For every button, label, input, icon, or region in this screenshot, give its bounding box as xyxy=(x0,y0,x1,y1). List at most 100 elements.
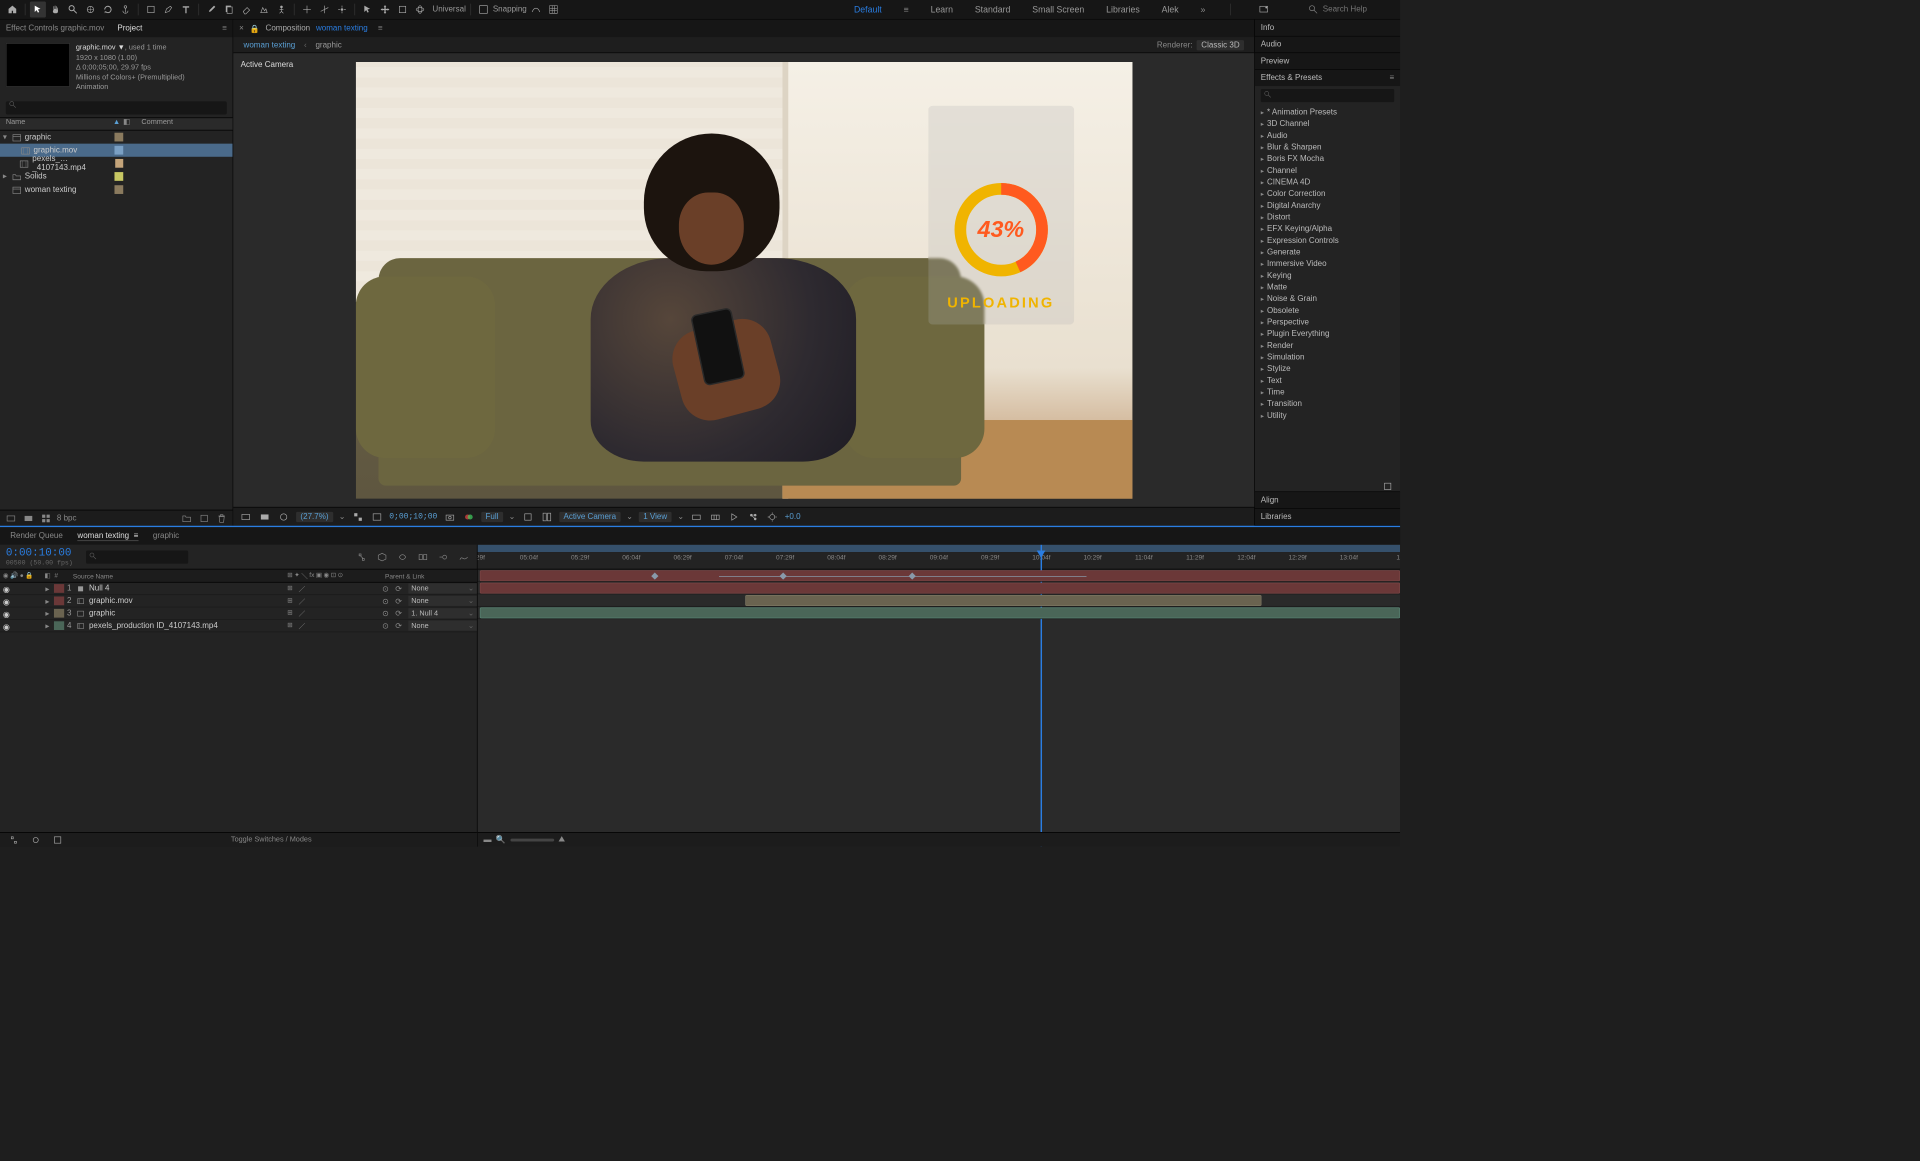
search-help[interactable] xyxy=(1308,4,1396,14)
puppet-tool-icon[interactable] xyxy=(273,1,289,17)
menu-icon[interactable]: ≡ xyxy=(904,4,909,14)
pickwhip-icon[interactable]: ⊙ xyxy=(382,584,392,593)
snapping-checkbox[interactable] xyxy=(475,1,491,17)
layer-row[interactable]: ◉▸1Null 4⊞／⊙⟳None⌄ xyxy=(0,583,477,595)
parent-dropdown[interactable]: None⌄ xyxy=(408,583,477,593)
hand-tool-icon[interactable] xyxy=(47,1,63,17)
frame-blend-icon[interactable] xyxy=(416,550,431,563)
col-parent[interactable]: Parent & Link xyxy=(382,572,477,579)
effects-category[interactable]: ▸EFX Keying/Alpha xyxy=(1255,223,1400,235)
interpret-footage-icon[interactable] xyxy=(4,512,17,524)
effects-category[interactable]: ▸Utility xyxy=(1255,410,1400,422)
graph-editor-icon[interactable] xyxy=(456,550,471,563)
workspace-smallscreen[interactable]: Small Screen xyxy=(1032,4,1084,14)
transparency-grid-icon[interactable] xyxy=(521,511,534,523)
toggle-guides-icon[interactable] xyxy=(690,511,703,523)
search-help-input[interactable] xyxy=(1323,5,1396,14)
rotate-tool-icon[interactable] xyxy=(100,1,116,17)
renderer-value[interactable]: Classic 3D xyxy=(1197,40,1244,50)
toggle-alpha-icon[interactable] xyxy=(239,511,252,523)
layer-row[interactable]: ◉▸2graphic.mov⊞／⊙⟳None⌄ xyxy=(0,595,477,607)
panel-audio[interactable]: Audio xyxy=(1261,40,1282,49)
eye-icon[interactable]: ◉ xyxy=(3,622,11,630)
layer-clip[interactable] xyxy=(479,570,1400,581)
selection-tool-icon[interactable] xyxy=(30,1,46,17)
project-item[interactable]: ▾graphic xyxy=(0,130,233,143)
effects-category[interactable]: ▸Transition xyxy=(1255,398,1400,410)
snap-options-icon[interactable] xyxy=(528,1,544,17)
layer-clip[interactable] xyxy=(745,595,1262,606)
project-list[interactable]: ▾graphicgraphic.movpexels_…_4107143.mp4▸… xyxy=(0,130,233,510)
trash-icon[interactable] xyxy=(215,512,228,524)
project-columns[interactable]: Name ▲ ◧ Comment xyxy=(0,117,233,130)
shy-icon[interactable] xyxy=(395,550,410,563)
timeline-timecode[interactable]: 0:00:10:00 xyxy=(6,547,73,559)
workspace-standard[interactable]: Standard xyxy=(975,4,1011,14)
effects-category[interactable]: ▸Blur & Sharpen xyxy=(1255,141,1400,153)
tab-project[interactable]: Project xyxy=(117,21,142,36)
axis-local-icon[interactable] xyxy=(299,1,315,17)
link-icon[interactable]: ⟳ xyxy=(395,584,405,593)
lock-column-icon[interactable]: 🔒 xyxy=(25,572,33,580)
effects-category[interactable]: ▸Digital Anarchy xyxy=(1255,200,1400,212)
link-icon[interactable]: ⟳ xyxy=(395,621,405,630)
parent-dropdown[interactable]: None⌄ xyxy=(408,621,477,631)
fast-previews-icon[interactable] xyxy=(728,511,741,523)
effects-category[interactable]: ▸Matte xyxy=(1255,281,1400,293)
workspace-default[interactable]: Default xyxy=(854,4,882,14)
panel-info[interactable]: Info xyxy=(1261,23,1274,32)
layer-search-input[interactable] xyxy=(86,550,188,563)
zoom-tool-icon[interactable] xyxy=(65,1,81,17)
tl-footer-btn2[interactable] xyxy=(28,832,44,848)
snap-grid-icon[interactable] xyxy=(546,1,562,17)
project-item[interactable]: ▸Solids xyxy=(0,170,233,183)
pickwhip-icon[interactable]: ⊙ xyxy=(382,621,392,630)
rotate-3d-icon[interactable] xyxy=(412,1,428,17)
effects-category[interactable]: ▸Simulation xyxy=(1255,351,1400,363)
panel-align[interactable]: Align xyxy=(1261,496,1279,505)
zoom-dropdown[interactable]: (27.7%) xyxy=(296,512,333,522)
tl-footer-btn1[interactable] xyxy=(6,832,22,848)
effects-category[interactable]: ▸Boris FX Mocha xyxy=(1255,153,1400,165)
layer-clip[interactable] xyxy=(479,583,1400,594)
effects-category[interactable]: ▸3D Channel xyxy=(1255,118,1400,130)
axis-world-icon[interactable] xyxy=(316,1,332,17)
text-tool-icon[interactable] xyxy=(178,1,194,17)
audio-column-icon[interactable]: 🔊 xyxy=(10,572,18,580)
eye-icon[interactable]: ◉ xyxy=(3,609,11,617)
comp-mini-flowchart-icon[interactable] xyxy=(354,550,369,563)
col-source-name[interactable]: Source Name xyxy=(70,572,287,579)
eye-icon[interactable]: ◉ xyxy=(3,597,11,605)
keyframe[interactable] xyxy=(651,572,658,579)
effects-category[interactable]: ▸Obsolete xyxy=(1255,305,1400,317)
snapshot-icon[interactable] xyxy=(443,511,456,523)
tl-footer-btn3[interactable] xyxy=(50,832,66,848)
rect-3d-icon[interactable] xyxy=(394,1,410,17)
keyframe[interactable] xyxy=(780,572,787,579)
interpret-alpha-icon[interactable] xyxy=(22,512,35,524)
effects-category[interactable]: ▸Immersive Video xyxy=(1255,258,1400,270)
effects-category[interactable]: ▸Render xyxy=(1255,340,1400,352)
solo-column-icon[interactable]: ● xyxy=(20,572,24,580)
bpc-label[interactable]: 8 bpc xyxy=(57,514,77,523)
layer-list[interactable]: ◉▸1Null 4⊞／⊙⟳None⌄◉▸2graphic.mov⊞／⊙⟳None… xyxy=(0,583,477,832)
keyframe[interactable] xyxy=(909,572,916,579)
link-icon[interactable]: ⟳ xyxy=(395,609,405,618)
parent-dropdown[interactable]: 1. Null 4⌄ xyxy=(408,608,477,618)
zoom-slider[interactable] xyxy=(510,838,554,841)
breadcrumb-root[interactable]: woman texting xyxy=(244,40,296,49)
effects-category[interactable]: ▸Audio xyxy=(1255,130,1400,142)
eye-column-icon[interactable]: ◉ xyxy=(3,572,9,580)
panel-menu-icon[interactable]: ≡ xyxy=(378,24,383,33)
col-comment[interactable]: Comment xyxy=(141,118,173,130)
effects-category[interactable]: ▸Generate xyxy=(1255,246,1400,258)
zoom-out-icon[interactable]: 🔍 xyxy=(496,835,506,844)
draft3d-icon[interactable] xyxy=(375,550,390,563)
tab-render-queue[interactable]: Render Queue xyxy=(10,532,63,541)
lock-icon[interactable]: 🔒 xyxy=(250,24,260,33)
move-3d-icon[interactable] xyxy=(377,1,393,17)
exposure-value[interactable]: +0.0 xyxy=(785,512,801,521)
breadcrumb-child[interactable]: graphic xyxy=(315,40,341,49)
effects-category[interactable]: ▸Distort xyxy=(1255,211,1400,223)
resolution-dropdown[interactable]: Full xyxy=(481,512,503,522)
